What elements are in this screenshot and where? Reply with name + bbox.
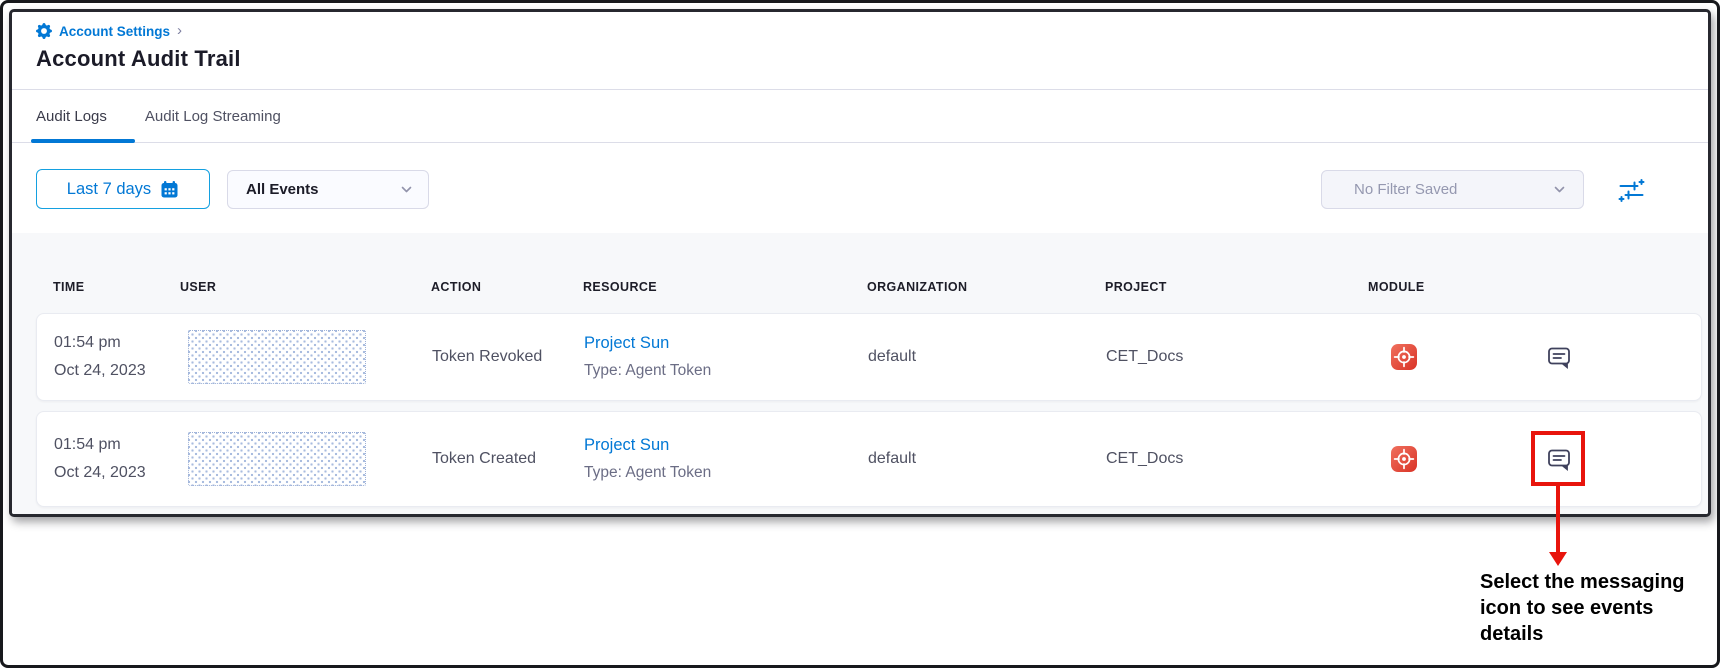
date-range-label: Last 7 days [67, 180, 151, 199]
gear-icon [36, 23, 52, 39]
saved-filter-value: No Filter Saved [1354, 181, 1552, 198]
event-date: Oct 24, 2023 [54, 361, 146, 381]
organization-cell: default [868, 314, 916, 400]
breadcrumb-separator: › [177, 22, 182, 39]
event-time: 01:54 pm [54, 435, 146, 455]
events-filter-value: All Events [246, 181, 399, 198]
project-cell: CET_Docs [1106, 314, 1183, 400]
chaos-target-icon [1390, 343, 1418, 371]
page-title: Account Audit Trail [36, 46, 241, 72]
resource-cell: Project Sun Type: Agent Token [584, 314, 711, 400]
filter-settings-button[interactable] [1615, 174, 1647, 206]
table-row: 01:54 pm Oct 24, 2023 Token Revoked Proj… [36, 313, 1702, 401]
events-filter-dropdown[interactable]: All Events [227, 170, 429, 209]
column-header-action: ACTION [431, 280, 481, 294]
annotation-caption: Select the messaging icon to see events … [1480, 569, 1715, 647]
column-header-user: USER [180, 280, 216, 294]
organization-cell: default [868, 412, 916, 506]
breadcrumb-account-settings-link[interactable]: Account Settings [59, 24, 170, 39]
breadcrumb[interactable]: Account Settings › [36, 21, 182, 41]
resource-link[interactable]: Project Sun [584, 333, 711, 353]
user-redacted-box [188, 432, 366, 486]
chaos-target-icon [1390, 445, 1418, 473]
time-cell: 01:54 pm Oct 24, 2023 [54, 412, 146, 506]
tab-bar: Audit Logs Audit Log Streaming [36, 108, 281, 125]
action-cell: Token Revoked [432, 314, 542, 400]
audit-table: TIME USER ACTION RESOURCE ORGANIZATION P… [12, 233, 1708, 514]
column-header-organization: ORGANIZATION [867, 280, 967, 294]
chevron-down-icon [399, 182, 414, 197]
table-row: 01:54 pm Oct 24, 2023 Token Created Proj… [36, 411, 1702, 507]
time-cell: 01:54 pm Oct 24, 2023 [54, 314, 146, 400]
action-label: Token Created [432, 449, 536, 469]
tab-audit-logs[interactable]: Audit Logs [36, 108, 107, 125]
tabs-divider [12, 142, 1708, 143]
resource-type: Type: Agent Token [584, 361, 711, 381]
resource-type: Type: Agent Token [584, 463, 711, 483]
saved-filter-dropdown[interactable]: No Filter Saved [1321, 170, 1584, 209]
column-header-time: TIME [53, 280, 84, 294]
screenshot-canvas: Account Settings › Account Audit Trail A… [0, 0, 1720, 668]
resource-cell: Project Sun Type: Agent Token [584, 412, 711, 506]
event-date: Oct 24, 2023 [54, 463, 146, 483]
project-label: CET_Docs [1106, 347, 1183, 367]
project-cell: CET_Docs [1106, 412, 1183, 506]
resource-link[interactable]: Project Sun [584, 435, 711, 455]
table-header-row: TIME USER ACTION RESOURCE ORGANIZATION P… [12, 280, 1708, 300]
annotation-caption-line: details [1480, 621, 1715, 647]
column-header-module: MODULE [1368, 280, 1425, 294]
column-header-project: PROJECT [1105, 280, 1167, 294]
date-range-button[interactable]: Last 7 days [36, 169, 210, 209]
annotation-arrow-line [1556, 486, 1560, 552]
action-cell: Token Created [432, 412, 536, 506]
column-header-resource: RESOURCE [583, 280, 657, 294]
active-tab-indicator [31, 139, 135, 143]
filter-sliders-icon [1618, 177, 1645, 204]
annotation-caption-line: icon to see events [1480, 595, 1715, 621]
organization-label: default [868, 449, 916, 469]
project-label: CET_Docs [1106, 449, 1183, 469]
messaging-icon[interactable] [1545, 343, 1573, 371]
tab-audit-log-streaming[interactable]: Audit Log Streaming [145, 108, 281, 125]
annotation-caption-line: Select the messaging [1480, 569, 1715, 595]
user-redacted-box [188, 330, 366, 384]
annotation-highlight-box [1531, 431, 1585, 486]
annotation-arrow-head [1549, 552, 1567, 566]
action-label: Token Revoked [432, 347, 542, 367]
chevron-down-icon [1552, 182, 1567, 197]
organization-label: default [868, 347, 916, 367]
header-divider [12, 89, 1708, 90]
app-window: Account Settings › Account Audit Trail A… [9, 9, 1711, 517]
calendar-icon [160, 180, 179, 199]
event-time: 01:54 pm [54, 333, 146, 353]
